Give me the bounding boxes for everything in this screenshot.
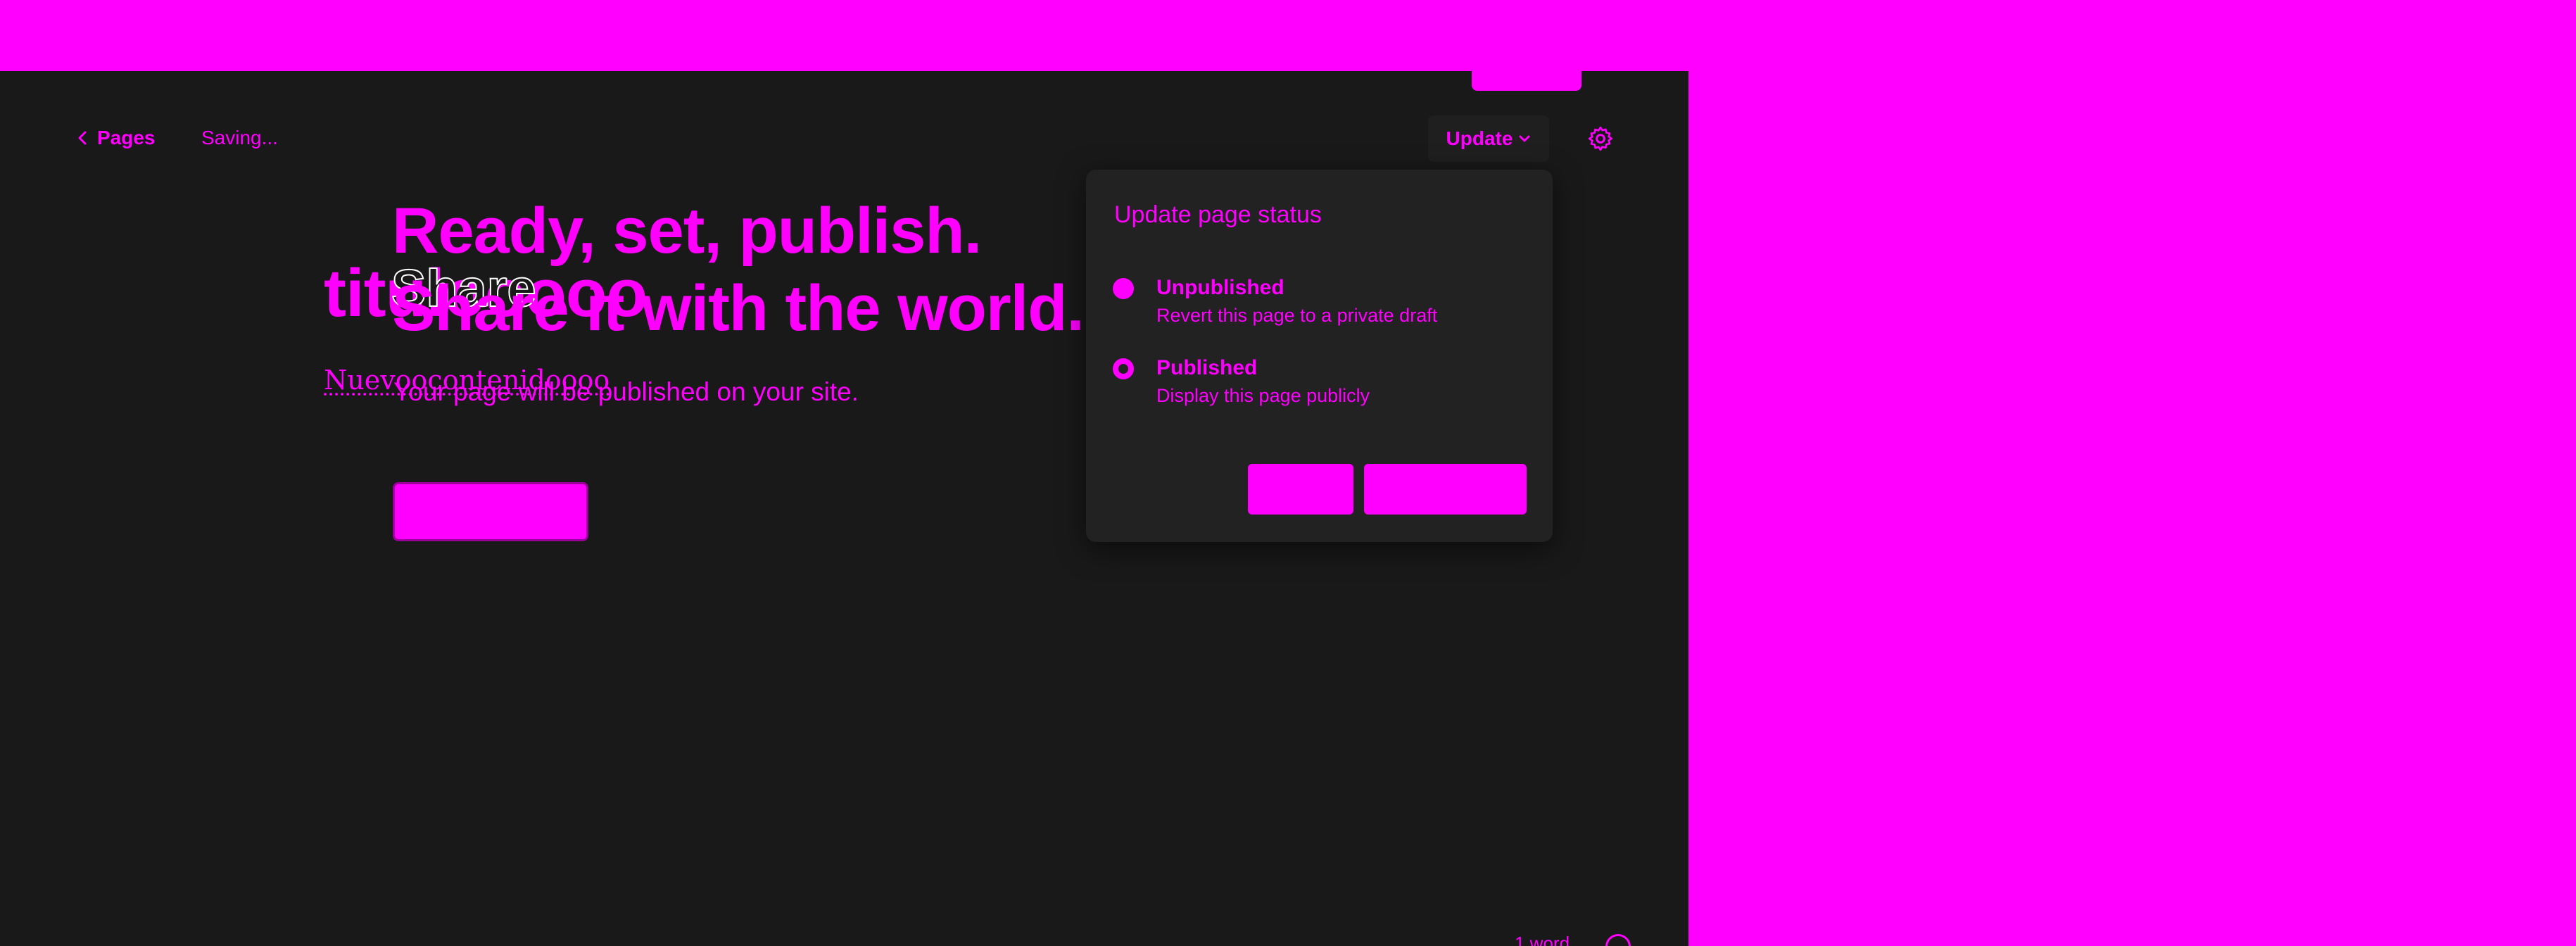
publish-hero-button[interactable] [393,482,588,541]
update-button[interactable]: Update [1428,115,1549,162]
chevron-left-icon [78,131,87,145]
radio-published[interactable] [1113,358,1134,379]
popover-confirm-button[interactable] [1364,464,1527,515]
option-description: Revert this page to a private draft [1156,305,1438,326]
update-button-label: Update [1446,127,1513,149]
option-label: Unpublished [1156,276,1284,299]
popover-title: Update page status [1114,201,1322,228]
publish-heading-line2: Share it with the world. [392,272,1085,344]
publish-subtext: Your page will be published on your site… [393,377,859,406]
settings-button[interactable] [1586,125,1615,153]
status-option-published[interactable]: Published Display this page publicly [1113,355,1535,412]
editor-window: Pages Saving... Update titulooooo Share … [0,71,1688,946]
chevron-down-icon [1519,135,1530,142]
publish-heading: Ready, set, publish. Share it with the w… [392,192,1085,347]
back-to-pages-link[interactable]: Pages [77,126,156,150]
status-option-unpublished[interactable]: Unpublished Revert this page to a privat… [1113,275,1535,332]
radio-unpublished[interactable] [1113,278,1134,299]
option-description: Display this page publicly [1156,385,1370,406]
option-label: Published [1156,356,1258,379]
help-icon[interactable] [1605,934,1631,946]
publish-heading-line1: Ready, set, publish. [392,195,982,267]
word-count: 1 word [1515,933,1570,946]
back-to-pages-label: Pages [97,127,156,149]
top-band [0,0,2576,71]
update-status-popover: Update page status Unpublished Revert th… [1086,170,1553,542]
publish-button-edge[interactable] [1472,71,1581,91]
saving-status: Saving... [201,127,278,149]
gear-icon [1588,126,1612,151]
popover-cancel-button[interactable] [1248,464,1353,515]
